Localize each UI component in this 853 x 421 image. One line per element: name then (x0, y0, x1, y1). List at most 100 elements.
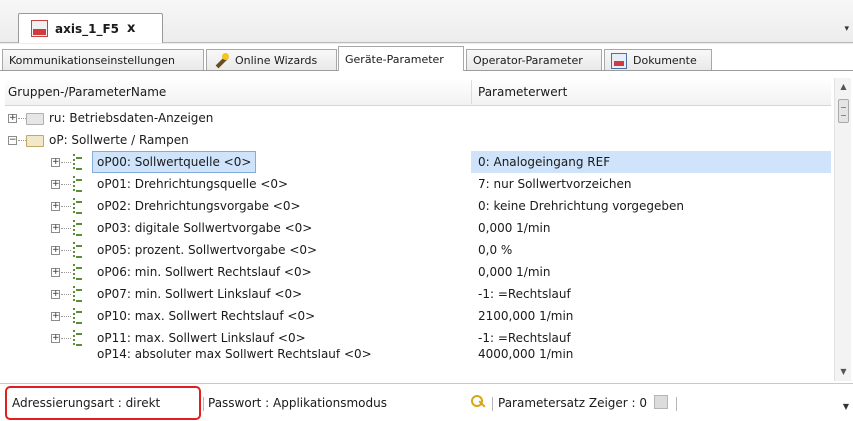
expand-icon[interactable]: + (51, 312, 60, 321)
table-row[interactable]: + oP11: max. Sollwert Linkslauf <0> -1: … (5, 327, 831, 349)
table-row[interactable]: + oP06: min. Sollwert Rechtslauf <0> 0,0… (5, 261, 831, 283)
vertical-scrollbar[interactable]: ▲ ▼ (834, 78, 851, 381)
tab-operator-parameter[interactable]: Operator-Parameter (466, 49, 602, 71)
window-menu-arrow-icon[interactable]: ▾ (844, 24, 849, 34)
expand-icon[interactable]: + (51, 290, 60, 299)
expand-icon[interactable]: + (51, 180, 60, 189)
table-row[interactable]: + oP01: Drehrichtungsquelle <0> 7: nur S… (5, 173, 831, 195)
tab-label: Dokumente (633, 54, 697, 67)
close-tab-icon[interactable]: x (127, 21, 135, 36)
scroll-up-arrow-icon[interactable]: ▲ (835, 80, 852, 94)
documents-icon (611, 52, 627, 69)
parameter-value[interactable]: 0: Analogeingang REF (478, 151, 610, 173)
scroll-down-arrow-icon[interactable]: ▼ (835, 365, 852, 379)
group-label: oP: Sollwerte / Rampen (49, 133, 189, 147)
parameter-grid: Gruppen-/ParameterName Parameterwert + r… (0, 75, 853, 383)
tree-line (61, 294, 71, 295)
key-icon[interactable] (470, 394, 486, 410)
status-divider (676, 397, 677, 411)
parameter-set-icon[interactable] (654, 395, 668, 409)
parameter-icon (73, 176, 83, 192)
expand-icon[interactable]: + (8, 114, 17, 123)
expand-icon[interactable]: + (51, 224, 60, 233)
parameter-value[interactable]: 2100,000 1/min (478, 305, 573, 327)
tree-rows: + ru: Betriebsdaten-Anzeigen − oP: Sollw… (5, 107, 831, 361)
tree-line (61, 272, 71, 273)
status-divider (492, 397, 493, 411)
tab-geraete-parameter[interactable]: Geräte-Parameter (338, 46, 464, 71)
table-row[interactable]: oP14: absoluter max Sollwert Rechtslauf … (5, 349, 831, 361)
parameter-value[interactable]: -1: =Rechtslauf (478, 327, 571, 349)
table-row[interactable]: + oP07: min. Sollwert Linkslauf <0> -1: … (5, 283, 831, 305)
tab-kommunikationseinstellungen[interactable]: Kommunikationseinstellungen (2, 49, 204, 71)
parameter-icon (73, 220, 83, 236)
column-separator[interactable] (471, 80, 472, 104)
parameter-name: oP00: Sollwertquelle <0> (92, 151, 257, 173)
tab-label: Geräte-Parameter (345, 52, 444, 66)
tree-line (61, 184, 71, 185)
parameter-icon (73, 154, 83, 170)
table-row[interactable]: + oP02: Drehrichtungsvorgabe <0> 0: kein… (5, 195, 831, 217)
parameter-icon (73, 286, 83, 302)
column-header-value[interactable]: Parameterwert (478, 85, 567, 99)
expand-icon[interactable]: + (51, 268, 60, 277)
parameter-tabs: Kommunikationseinstellungen Online Wizar… (0, 44, 853, 71)
parameter-value[interactable]: 0,000 1/min (478, 217, 550, 239)
folder-icon (26, 113, 44, 125)
parameter-icon (73, 264, 83, 280)
parameter-name: oP01: Drehrichtungsquelle <0> (97, 177, 289, 191)
parameter-value[interactable]: 0,0 % (478, 239, 512, 261)
tree-group-row[interactable]: − oP: Sollwerte / Rampen (5, 129, 831, 151)
column-header-name[interactable]: Gruppen-/ParameterName (8, 85, 166, 99)
parameter-name: oP05: prozent. Sollwertvorgabe <0> (97, 243, 318, 257)
status-divider (203, 397, 204, 411)
password-status[interactable]: Passwort : Applikationsmodus (208, 396, 387, 410)
parameter-icon (73, 198, 83, 214)
document-tab[interactable]: axis_1_F5 x (18, 13, 163, 43)
tree-line (61, 250, 71, 251)
wand-icon (213, 52, 229, 69)
table-row[interactable]: + oP10: max. Sollwert Rechtslauf <0> 210… (5, 305, 831, 327)
parameter-icon (73, 330, 83, 346)
open-folder-icon (26, 135, 44, 147)
document-tab-title: axis_1_F5 (55, 21, 119, 36)
parameter-value[interactable]: 0,000 1/min (478, 261, 550, 283)
parameter-value[interactable]: 7: nur Sollwertvorzeichen (478, 173, 632, 195)
collapse-icon[interactable]: − (8, 136, 17, 145)
highlight-frame (5, 386, 201, 420)
parameter-name: oP11: max. Sollwert Linkslauf <0> (97, 331, 306, 345)
status-menu-arrow-icon[interactable]: ▼ (843, 402, 849, 411)
expand-icon[interactable]: + (51, 334, 60, 343)
parameter-icon (73, 308, 83, 324)
parameter-name: oP14: absoluter max Sollwert Rechtslauf … (97, 349, 372, 361)
parameter-name: oP02: Drehrichtungsvorgabe <0> (97, 199, 301, 213)
parameter-name: oP03: digitale Sollwertvorgabe <0> (97, 221, 313, 235)
tree-line (61, 228, 71, 229)
expand-icon[interactable]: + (51, 246, 60, 255)
parameter-name: oP06: min. Sollwert Rechtslauf <0> (97, 265, 312, 279)
status-bar: Adressierungsart : direkt Passwort : App… (0, 383, 853, 421)
tab-label: Kommunikationseinstellungen (9, 54, 175, 67)
parameter-value[interactable]: 4000,000 1/min (478, 349, 573, 361)
tab-online-wizards[interactable]: Online Wizards (206, 49, 337, 71)
table-row[interactable]: + oP05: prozent. Sollwertvorgabe <0> 0,0… (5, 239, 831, 261)
tab-dokumente[interactable]: Dokumente (604, 49, 712, 71)
parameter-value[interactable]: -1: =Rechtslauf (478, 283, 571, 305)
tab-label: Online Wizards (235, 54, 318, 67)
tree-group-row[interactable]: + ru: Betriebsdaten-Anzeigen (5, 107, 831, 129)
group-label: ru: Betriebsdaten-Anzeigen (49, 111, 214, 125)
parameter-value[interactable]: 0: keine Drehrichtung vorgegeben (478, 195, 684, 217)
table-row[interactable]: + oP03: digitale Sollwertvorgabe <0> 0,0… (5, 217, 831, 239)
expand-icon[interactable]: + (51, 202, 60, 211)
tree-line (61, 316, 71, 317)
tree-line (61, 206, 71, 207)
tab-label: Operator-Parameter (473, 54, 583, 67)
parameter-icon (73, 242, 83, 258)
grid-header: Gruppen-/ParameterName Parameterwert (5, 78, 831, 106)
tree-line (61, 338, 71, 339)
table-row[interactable]: + oP00: Sollwertquelle <0> 0: Analogeing… (5, 151, 831, 173)
parameter-set-pointer-status[interactable]: Parametersatz Zeiger : 0 (498, 396, 647, 410)
parameter-name: oP07: min. Sollwert Linkslauf <0> (97, 287, 303, 301)
scrollbar-thumb[interactable] (838, 99, 849, 123)
expand-icon[interactable]: + (51, 158, 60, 167)
